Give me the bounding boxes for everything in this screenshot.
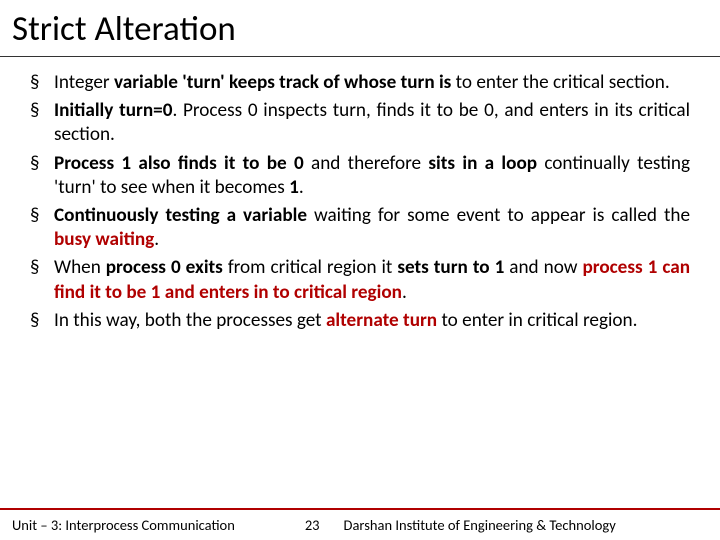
slide-title: Strict Alteration — [0, 0, 720, 57]
text-run: . — [299, 176, 304, 199]
text-run: and therefore — [304, 152, 429, 175]
text-run: Continuously testing a variable — [54, 204, 307, 227]
text-run: sits in a loop — [428, 152, 537, 175]
bullet-item: Continuously testing a variable waiting … — [30, 204, 690, 252]
text-run: . — [154, 228, 159, 251]
footer-unit: Unit – 3: Interprocess Communication — [0, 516, 235, 534]
text-run: from critical region it — [223, 256, 397, 279]
text-run: to enter in critical region. — [437, 309, 637, 332]
text-run: sets turn to 1 — [397, 256, 504, 279]
text-run: . — [402, 281, 407, 304]
text-run: waiting for some event to appear is call… — [307, 204, 690, 227]
text-run: to enter the critical section. — [451, 71, 669, 94]
slide: Strict Alteration Integer variable 'turn… — [0, 0, 720, 540]
text-run: Initially turn=0 — [54, 99, 172, 122]
footer: Unit – 3: Interprocess Communication 23 … — [0, 510, 720, 540]
text-run: Process 1 also finds it to be 0 — [54, 152, 304, 175]
text-run: process 0 exits — [106, 256, 223, 279]
bullet-list: Integer variable 'turn' keeps track of w… — [30, 71, 690, 333]
slide-content: Integer variable 'turn' keeps track of w… — [0, 57, 720, 540]
bullet-item: Process 1 also finds it to be 0 and ther… — [30, 152, 690, 200]
bullet-item: When process 0 exits from critical regio… — [30, 256, 690, 304]
footer-institute: Darshan Institute of Engineering & Techn… — [344, 516, 720, 534]
text-run: In this way, both the processes get — [54, 309, 326, 332]
text-run: alternate turn — [326, 309, 437, 332]
text-run: When — [54, 256, 106, 279]
text-run: and now — [504, 256, 582, 279]
text-run: 1 — [289, 176, 299, 199]
text-run: variable 'turn' keeps track of whose tur… — [114, 71, 451, 94]
bullet-item: Initially turn=0. Process 0 inspects tur… — [30, 99, 690, 147]
text-run: Integer — [54, 71, 114, 94]
text-run: busy waiting — [54, 228, 154, 251]
bullet-item: In this way, both the processes get alte… — [30, 309, 690, 333]
footer-page: 23 — [235, 516, 344, 534]
bullet-item: Integer variable 'turn' keeps track of w… — [30, 71, 690, 95]
